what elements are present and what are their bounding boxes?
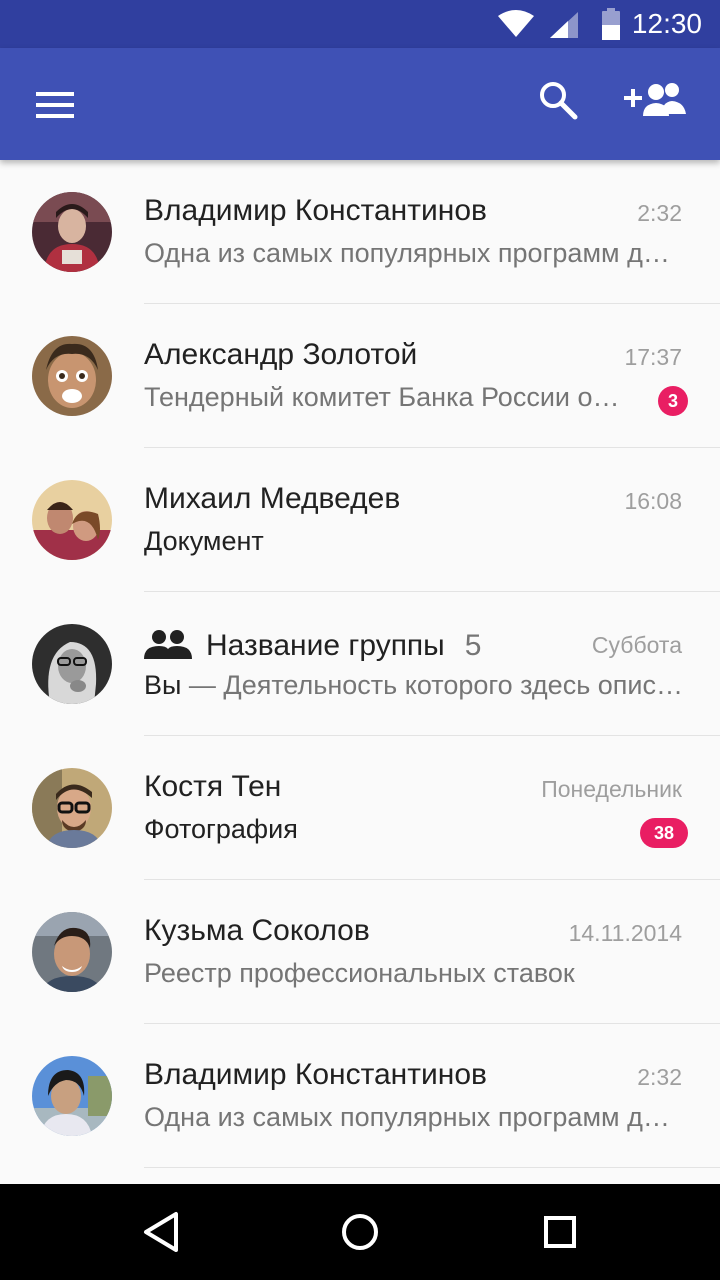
message-preview: Тендерный комитет Банка России объявил	[144, 382, 630, 412]
conversation-row[interactable]: Александр Золотой 17:37 Тендерный комите…	[0, 304, 720, 448]
message-preview: Одна из самых популярных программ для мо…	[144, 238, 684, 268]
menu-icon[interactable]	[36, 90, 76, 125]
conversation-row[interactable]: Кузьма Соколов 14.11.2014 Реестр професс…	[0, 880, 720, 1024]
add-contact-icon[interactable]	[624, 80, 688, 125]
contact-name: Владимир Константинов	[144, 1058, 487, 1091]
message-preview: Документ	[144, 526, 264, 556]
conversation-list: Владимир Константинов 2:32 Одна из самых…	[0, 160, 720, 1168]
avatar	[32, 624, 112, 704]
app-bar	[0, 48, 720, 160]
message-time: 2:32	[637, 200, 682, 226]
avatar	[32, 912, 112, 992]
contact-name: Владимир Константинов	[144, 194, 487, 227]
divider	[144, 1167, 720, 1168]
group-name: Название группы	[206, 629, 445, 662]
sender-prefix: Вы	[144, 670, 182, 700]
unread-badge: 38	[640, 818, 688, 848]
message-time: Понедельник	[541, 776, 682, 802]
message-time: 16:08	[624, 488, 682, 514]
contact-name: Кузьма Соколов	[144, 914, 370, 947]
avatar	[32, 768, 112, 848]
wifi-icon	[498, 10, 534, 43]
conversation-row[interactable]: Владимир Константинов 2:32 Одна из самых…	[0, 1024, 720, 1168]
message-time: 17:37	[624, 344, 682, 370]
message-time: 2:32	[637, 1064, 682, 1090]
contact-name: Александр Золотой	[144, 338, 418, 371]
conversation-row[interactable]: Владимир Константинов 2:32 Одна из самых…	[0, 160, 720, 304]
status-bar: 12:30	[0, 0, 720, 48]
search-icon[interactable]	[538, 80, 578, 125]
conversation-row[interactable]: Название группы 5 Суббота Вы — Деятельно…	[0, 592, 720, 736]
message-preview: Вы — Деятельность которого здесь описана	[144, 670, 684, 701]
message-preview: Фотография	[144, 814, 298, 844]
unread-badge: 3	[658, 386, 688, 416]
message-time: Суббота	[591, 632, 682, 658]
contact-name: Михаил Медведев	[144, 482, 401, 515]
back-icon[interactable]	[140, 1208, 180, 1261]
contact-name: Костя Тен	[144, 770, 282, 803]
message-time: 14.11.2014	[568, 920, 682, 946]
navigation-bar	[0, 1184, 720, 1280]
conversation-row[interactable]: Михаил Медведев 16:08 Документ	[0, 448, 720, 592]
recents-icon[interactable]	[540, 1208, 580, 1261]
conversation-row[interactable]: Костя Тен Понедельник Фотография 38	[0, 736, 720, 880]
status-time: 12:30	[631, 8, 702, 39]
message-preview: Реестр профессиональных ставок	[144, 958, 575, 988]
cell-signal-icon	[550, 12, 578, 43]
avatar	[32, 480, 112, 560]
avatar	[32, 336, 112, 416]
avatar	[32, 1056, 112, 1136]
group-icon	[144, 629, 192, 664]
group-member-count: 5	[464, 629, 482, 662]
home-icon[interactable]	[340, 1208, 380, 1261]
message-preview: Одна из самых популярных программ для мо…	[144, 1102, 684, 1132]
group-title: Название группы 5	[144, 626, 481, 666]
avatar	[32, 192, 112, 272]
battery-icon	[600, 8, 622, 45]
message-text: — Деятельность которого здесь описана	[181, 670, 684, 700]
